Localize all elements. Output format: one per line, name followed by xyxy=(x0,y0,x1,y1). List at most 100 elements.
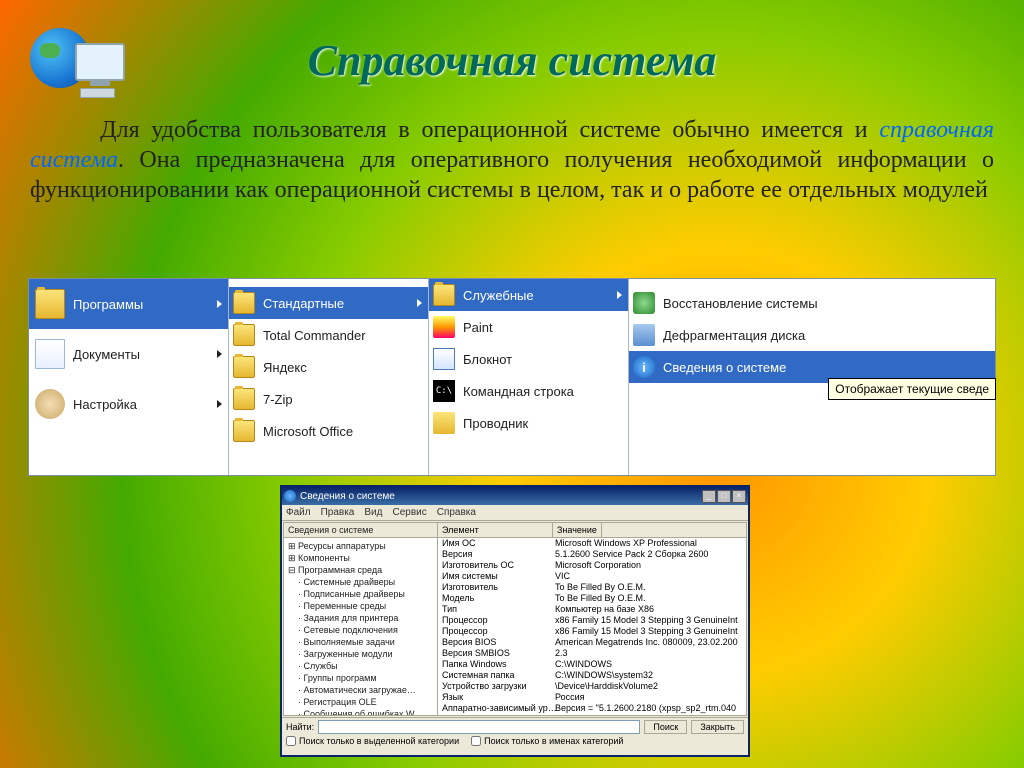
detail-row[interactable]: МодельTo Be Filled By O.E.M. xyxy=(438,593,746,604)
menu-item[interactable]: Настройка xyxy=(29,379,228,429)
menu-item[interactable]: Восстановление системы xyxy=(629,287,995,319)
col-value[interactable]: Значение xyxy=(553,523,602,537)
tree-header[interactable]: Сведения о системе xyxy=(284,523,437,538)
detail-key: Модель xyxy=(442,593,555,604)
detail-row[interactable]: Аппаратно-зависимый ур…Версия = "5.1.260… xyxy=(438,703,746,714)
menu-item[interactable]: Яндекс xyxy=(229,351,428,383)
detail-key: Версия BIOS xyxy=(442,637,555,648)
find-button[interactable]: Поиск xyxy=(644,720,687,734)
folder-icon xyxy=(233,420,255,442)
detail-value: To Be Filled By O.E.M. xyxy=(555,582,746,593)
menu-item[interactable]: Документы xyxy=(29,329,228,379)
chk2-label: Поиск только в именах категорий xyxy=(484,736,623,746)
tree-node[interactable]: · Службы xyxy=(286,660,435,672)
close-button[interactable]: × xyxy=(732,490,746,503)
tree-node[interactable]: · Загруженные модули xyxy=(286,648,435,660)
detail-row[interactable]: Процессорx86 Family 15 Model 3 Stepping … xyxy=(438,626,746,637)
menu-Правка[interactable]: Правка xyxy=(321,507,355,518)
detail-row[interactable]: ТипКомпьютер на базе X86 xyxy=(438,604,746,615)
menu-item-label: Сведения о системе xyxy=(663,360,989,375)
menu-column-2: СтандартныеTotal CommanderЯндекс7-Zip Mic… xyxy=(229,279,429,475)
col-element[interactable]: Элемент xyxy=(438,523,553,537)
detail-row[interactable]: Версия BIOSAmerican Megatrends Inc. 0800… xyxy=(438,637,746,648)
detail-key: Папка Windows xyxy=(442,659,555,670)
detail-value: VIC\Victor xyxy=(555,714,746,715)
tree-node[interactable]: · Сетевые подключения xyxy=(286,624,435,636)
detail-row[interactable]: Системная папкаC:\WINDOWS\system32 xyxy=(438,670,746,681)
menu-item-label: Paint xyxy=(463,320,622,335)
tree-node[interactable]: · Задания для принтера xyxy=(286,612,435,624)
detail-row[interactable]: ЯзыкРоссия xyxy=(438,692,746,703)
menu-item-label: Microsoft Office xyxy=(263,424,422,439)
detail-key: Версия SMBIOS xyxy=(442,648,555,659)
detail-row[interactable]: Изготовитель ОСMicrosoft Corporation xyxy=(438,560,746,571)
menu-item[interactable]: Paint xyxy=(429,311,628,343)
menu-Сервис[interactable]: Сервис xyxy=(392,507,426,518)
detail-row[interactable]: Версия5.1.2600 Service Pack 2 Сборка 260… xyxy=(438,549,746,560)
close-footer-button[interactable]: Закрыть xyxy=(691,720,744,734)
detail-value: Microsoft Corporation xyxy=(555,560,746,571)
explorer-icon xyxy=(433,412,455,434)
maximize-button[interactable]: □ xyxy=(717,490,731,503)
detail-key: Тип xyxy=(442,604,555,615)
detail-key: Имя системы xyxy=(442,571,555,582)
tree-node[interactable]: · Выполняемые задачи xyxy=(286,636,435,648)
detail-row[interactable]: Имя системыVIC xyxy=(438,571,746,582)
detail-row[interactable]: Имя ОСMicrosoft Windows XP Professional xyxy=(438,538,746,549)
tree-node[interactable]: · Регистрация OLE xyxy=(286,696,435,708)
menu-item-label: Служебные xyxy=(463,288,613,303)
menu-item[interactable]: Проводник xyxy=(429,407,628,439)
tree-node[interactable]: · Сообщения об ошибках W… xyxy=(286,708,435,715)
chk-category-names[interactable]: Поиск только в именах категорий xyxy=(471,736,623,746)
menu-Вид[interactable]: Вид xyxy=(364,507,382,518)
gear-icon xyxy=(35,389,65,419)
menu-item[interactable]: C:\Командная строка xyxy=(429,375,628,407)
menu-Файл[interactable]: Файл xyxy=(286,507,311,518)
tree-node[interactable]: · Автоматически загружае… xyxy=(286,684,435,696)
menu-item[interactable]: Дефрагментация диска xyxy=(629,319,995,351)
menu-item[interactable]: Служебные xyxy=(429,279,628,311)
tree-node[interactable]: ⊞ Компоненты xyxy=(286,552,435,564)
menu-item[interactable]: 7-Zip xyxy=(229,383,428,415)
system-info-window: Сведения о системе _ □ × Файл Правка Вид Се… xyxy=(280,485,750,757)
cmd-icon: C:\ xyxy=(433,380,455,402)
chk-selected-category[interactable]: Поиск только в выделенной категории xyxy=(286,736,459,746)
detail-row[interactable]: Папка WindowsC:\WINDOWS xyxy=(438,659,746,670)
detail-row[interactable]: Имя пользователяVIC\Victor xyxy=(438,714,746,715)
detail-value: Версия = "5.1.2600.2180 (xpsp_sp2_rtm.04… xyxy=(555,703,746,714)
titlebar[interactable]: Сведения о системе _ □ × xyxy=(282,487,748,505)
folder-icon xyxy=(233,388,255,410)
menu-item[interactable]: Стандартные xyxy=(229,287,428,319)
menu-item-label: Дефрагментация диска xyxy=(663,328,989,343)
tree-node[interactable]: · Группы программ xyxy=(286,672,435,684)
tree-node[interactable]: · Подписанные драйверы xyxy=(286,588,435,600)
detail-row[interactable]: Устройство загрузки\Device\HarddiskVolum… xyxy=(438,681,746,692)
menu-item[interactable]: Total Commander xyxy=(229,319,428,351)
tree-node[interactable]: · Переменные среды xyxy=(286,600,435,612)
chk1-input[interactable] xyxy=(286,736,296,746)
menu-item-label: Проводник xyxy=(463,416,622,431)
detail-row[interactable]: Версия SMBIOS2.3 xyxy=(438,648,746,659)
detail-key: Аппаратно-зависимый ур… xyxy=(442,703,555,714)
folder-icon xyxy=(35,289,65,319)
chk2-input[interactable] xyxy=(471,736,481,746)
tree-node[interactable]: ⊟ Программная среда xyxy=(286,564,435,576)
detail-value: C:\WINDOWS\system32 xyxy=(555,670,746,681)
detail-value: 5.1.2600 Service Pack 2 Сборка 2600 xyxy=(555,549,746,560)
menu-item[interactable]: Программы xyxy=(29,279,228,329)
find-input[interactable] xyxy=(318,720,640,734)
info-icon xyxy=(284,490,296,502)
tree-node[interactable]: ⊞ Ресурсы аппаратуры xyxy=(286,540,435,552)
minimize-button[interactable]: _ xyxy=(702,490,716,503)
detail-value: \Device\HarddiskVolume2 xyxy=(555,681,746,692)
menu-item[interactable]: Блокнот xyxy=(429,343,628,375)
menu-item[interactable]: Microsoft Office xyxy=(229,415,428,447)
detail-row[interactable]: ИзготовительTo Be Filled By O.E.M. xyxy=(438,582,746,593)
submenu-arrow-icon xyxy=(217,400,222,408)
detail-key: Версия xyxy=(442,549,555,560)
menu-Справка[interactable]: Справка xyxy=(437,507,476,518)
tooltip: Отображает текущие сведе xyxy=(828,378,996,400)
detail-row[interactable]: Процессорx86 Family 15 Model 3 Stepping … xyxy=(438,615,746,626)
tree-node[interactable]: · Системные драйверы xyxy=(286,576,435,588)
detail-key: Имя пользователя xyxy=(442,714,555,715)
